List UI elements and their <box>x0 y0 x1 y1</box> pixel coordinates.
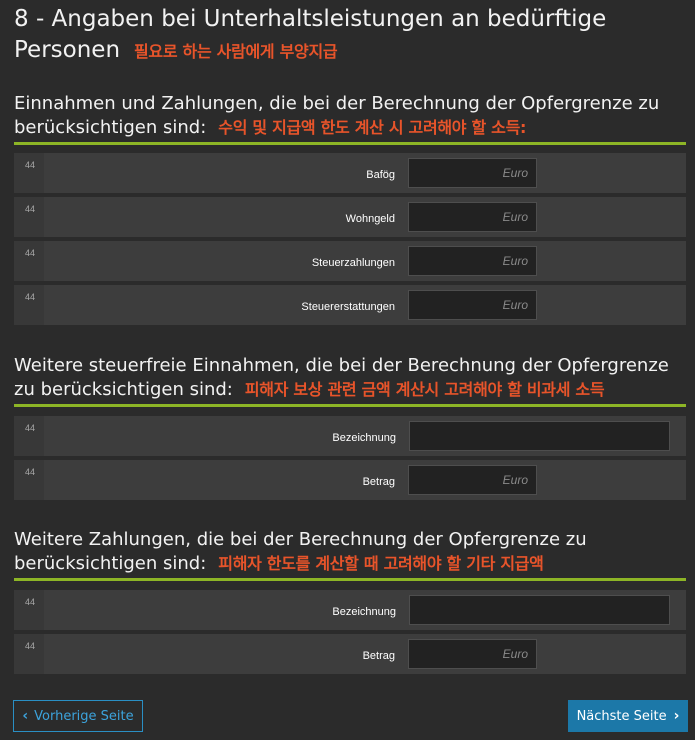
section-note: 수익 및 지급액 한도 계산 시 고려해야 할 소득: <box>218 118 527 137</box>
row-number: 44 <box>14 153 44 193</box>
section-note: 피해자 보상 관련 금액 계산시 고려해야 할 비과세 소득 <box>244 380 605 399</box>
section-title-income: Einnahmen und Zahlungen, die bei der Ber… <box>14 92 686 145</box>
form-row-steuererstattungen: 44 Steuererstattungen Euro <box>14 285 686 325</box>
tax-free-income-rows: 44 Bezeichnung 44 Betrag Euro <box>14 416 686 504</box>
other-payments-amount-input[interactable]: Euro <box>408 639 537 669</box>
row-label: Steuerzahlungen <box>311 256 395 269</box>
row-number: 44 <box>14 285 44 325</box>
form-row-betrag: 44 Betrag Euro <box>14 460 686 500</box>
previous-page-label: Vorherige Seite <box>34 708 134 724</box>
tax-free-amount-input[interactable]: Euro <box>408 465 537 495</box>
chevron-right-icon: › <box>673 708 680 724</box>
form-row-bezeichnung: 44 Bezeichnung <box>14 416 686 456</box>
chevron-left-icon: ‹ <box>22 708 29 724</box>
form-row-wohngeld: 44 Wohngeld Euro <box>14 197 686 237</box>
row-number: 44 <box>14 590 44 630</box>
row-number: 44 <box>14 197 44 237</box>
wohngeld-amount-input[interactable]: Euro <box>408 202 537 232</box>
bafoeg-amount-input[interactable]: Euro <box>408 158 537 188</box>
steuerzahlungen-amount-input[interactable]: Euro <box>408 246 537 276</box>
form-row-steuerzahlungen: 44 Steuerzahlungen Euro <box>14 241 686 281</box>
next-page-label: Nächste Seite <box>576 708 667 724</box>
row-number: 44 <box>14 241 44 281</box>
form-row-betrag: 44 Betrag Euro <box>14 634 686 674</box>
tax-free-description-input[interactable] <box>409 421 670 451</box>
previous-page-button[interactable]: ‹ Vorherige Seite <box>13 700 143 732</box>
page-title-note: 필요로 하는 사람에게 부양지급 <box>134 42 338 61</box>
row-label: Steuererstattungen <box>301 300 395 313</box>
section-title-other-payments: Weitere Zahlungen, die bei der Berechnun… <box>14 528 686 581</box>
row-label: Bezeichnung <box>332 605 396 618</box>
steuererstattungen-amount-input[interactable]: Euro <box>408 290 537 320</box>
page-title: 8 - Angaben bei Unterhaltsleistungen an … <box>14 4 654 67</box>
other-payments-description-input[interactable] <box>409 595 670 625</box>
row-label: Betrag <box>362 475 395 488</box>
row-number: 44 <box>14 460 44 500</box>
form-row-bafoeg: 44 Bafög Euro <box>14 153 686 193</box>
row-label: Bafög <box>366 168 395 181</box>
section-note: 피해자 한도를 계산할 때 고려해야 할 기타 지급액 <box>218 554 544 573</box>
row-label: Bezeichnung <box>332 431 396 444</box>
income-rows: 44 Bafög Euro 44 Wohngeld Euro 44 Steuer… <box>14 153 686 329</box>
form-row-bezeichnung: 44 Bezeichnung <box>14 590 686 630</box>
row-number: 44 <box>14 634 44 674</box>
row-label: Wohngeld <box>345 212 395 225</box>
other-payments-rows: 44 Bezeichnung 44 Betrag Euro <box>14 590 686 678</box>
row-number: 44 <box>14 416 44 456</box>
next-page-button[interactable]: Nächste Seite › <box>568 700 688 732</box>
row-label: Betrag <box>362 649 395 662</box>
section-title-tax-free-income: Weitere steuerfreie Einnahmen, die bei d… <box>14 354 686 407</box>
